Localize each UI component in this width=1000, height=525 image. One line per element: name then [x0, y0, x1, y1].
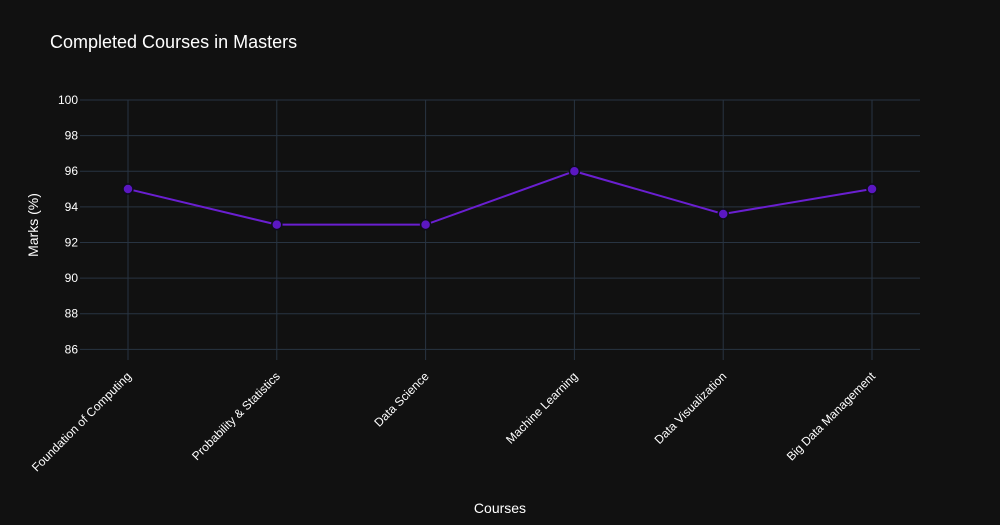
- data-point[interactable]: [717, 208, 729, 220]
- x-axis-title: Courses: [474, 500, 526, 516]
- y-tick-label: 86: [65, 342, 79, 356]
- data-point[interactable]: [271, 218, 283, 231]
- y-tick-label: 94: [65, 200, 79, 214]
- x-tick-label: Data Science: [371, 369, 432, 430]
- data-point[interactable]: [568, 165, 581, 177]
- grid-layer: [80, 99, 920, 360]
- x-tick-labels: Foundation of Computing Probability & Sta…: [29, 369, 879, 475]
- y-tick-label: 92: [65, 235, 79, 249]
- y-tick-label: 90: [65, 271, 79, 285]
- x-tick-label: Probability & Statistics: [189, 369, 283, 463]
- line-chart: Completed Courses in Masters 86 88 90 92 94 9…: [0, 0, 1000, 525]
- data-point[interactable]: [122, 183, 134, 195]
- y-tick-label: 96: [65, 164, 79, 178]
- series-layer: [127, 170, 873, 226]
- y-tick-label: 88: [65, 307, 79, 321]
- y-tick-labels: 86 88 90 92 94 96 98 100: [58, 93, 78, 356]
- chart-svg: 86 88 90 92 94 96 98 100 Foundation of Computin…: [25, 93, 920, 516]
- y-tick-label: 100: [58, 93, 78, 107]
- x-tick-label: Data Visualization: [652, 369, 730, 447]
- x-tick-label: Machine Learning: [503, 369, 580, 446]
- data-point[interactable]: [419, 218, 432, 231]
- series-line: [127, 170, 873, 226]
- y-axis-title: Marks (%): [25, 193, 41, 257]
- x-tick-label: Foundation of Computing: [29, 369, 134, 474]
- x-tick-label: Big Data Management: [784, 369, 879, 464]
- data-point[interactable]: [866, 183, 878, 195]
- y-tick-label: 98: [65, 129, 79, 143]
